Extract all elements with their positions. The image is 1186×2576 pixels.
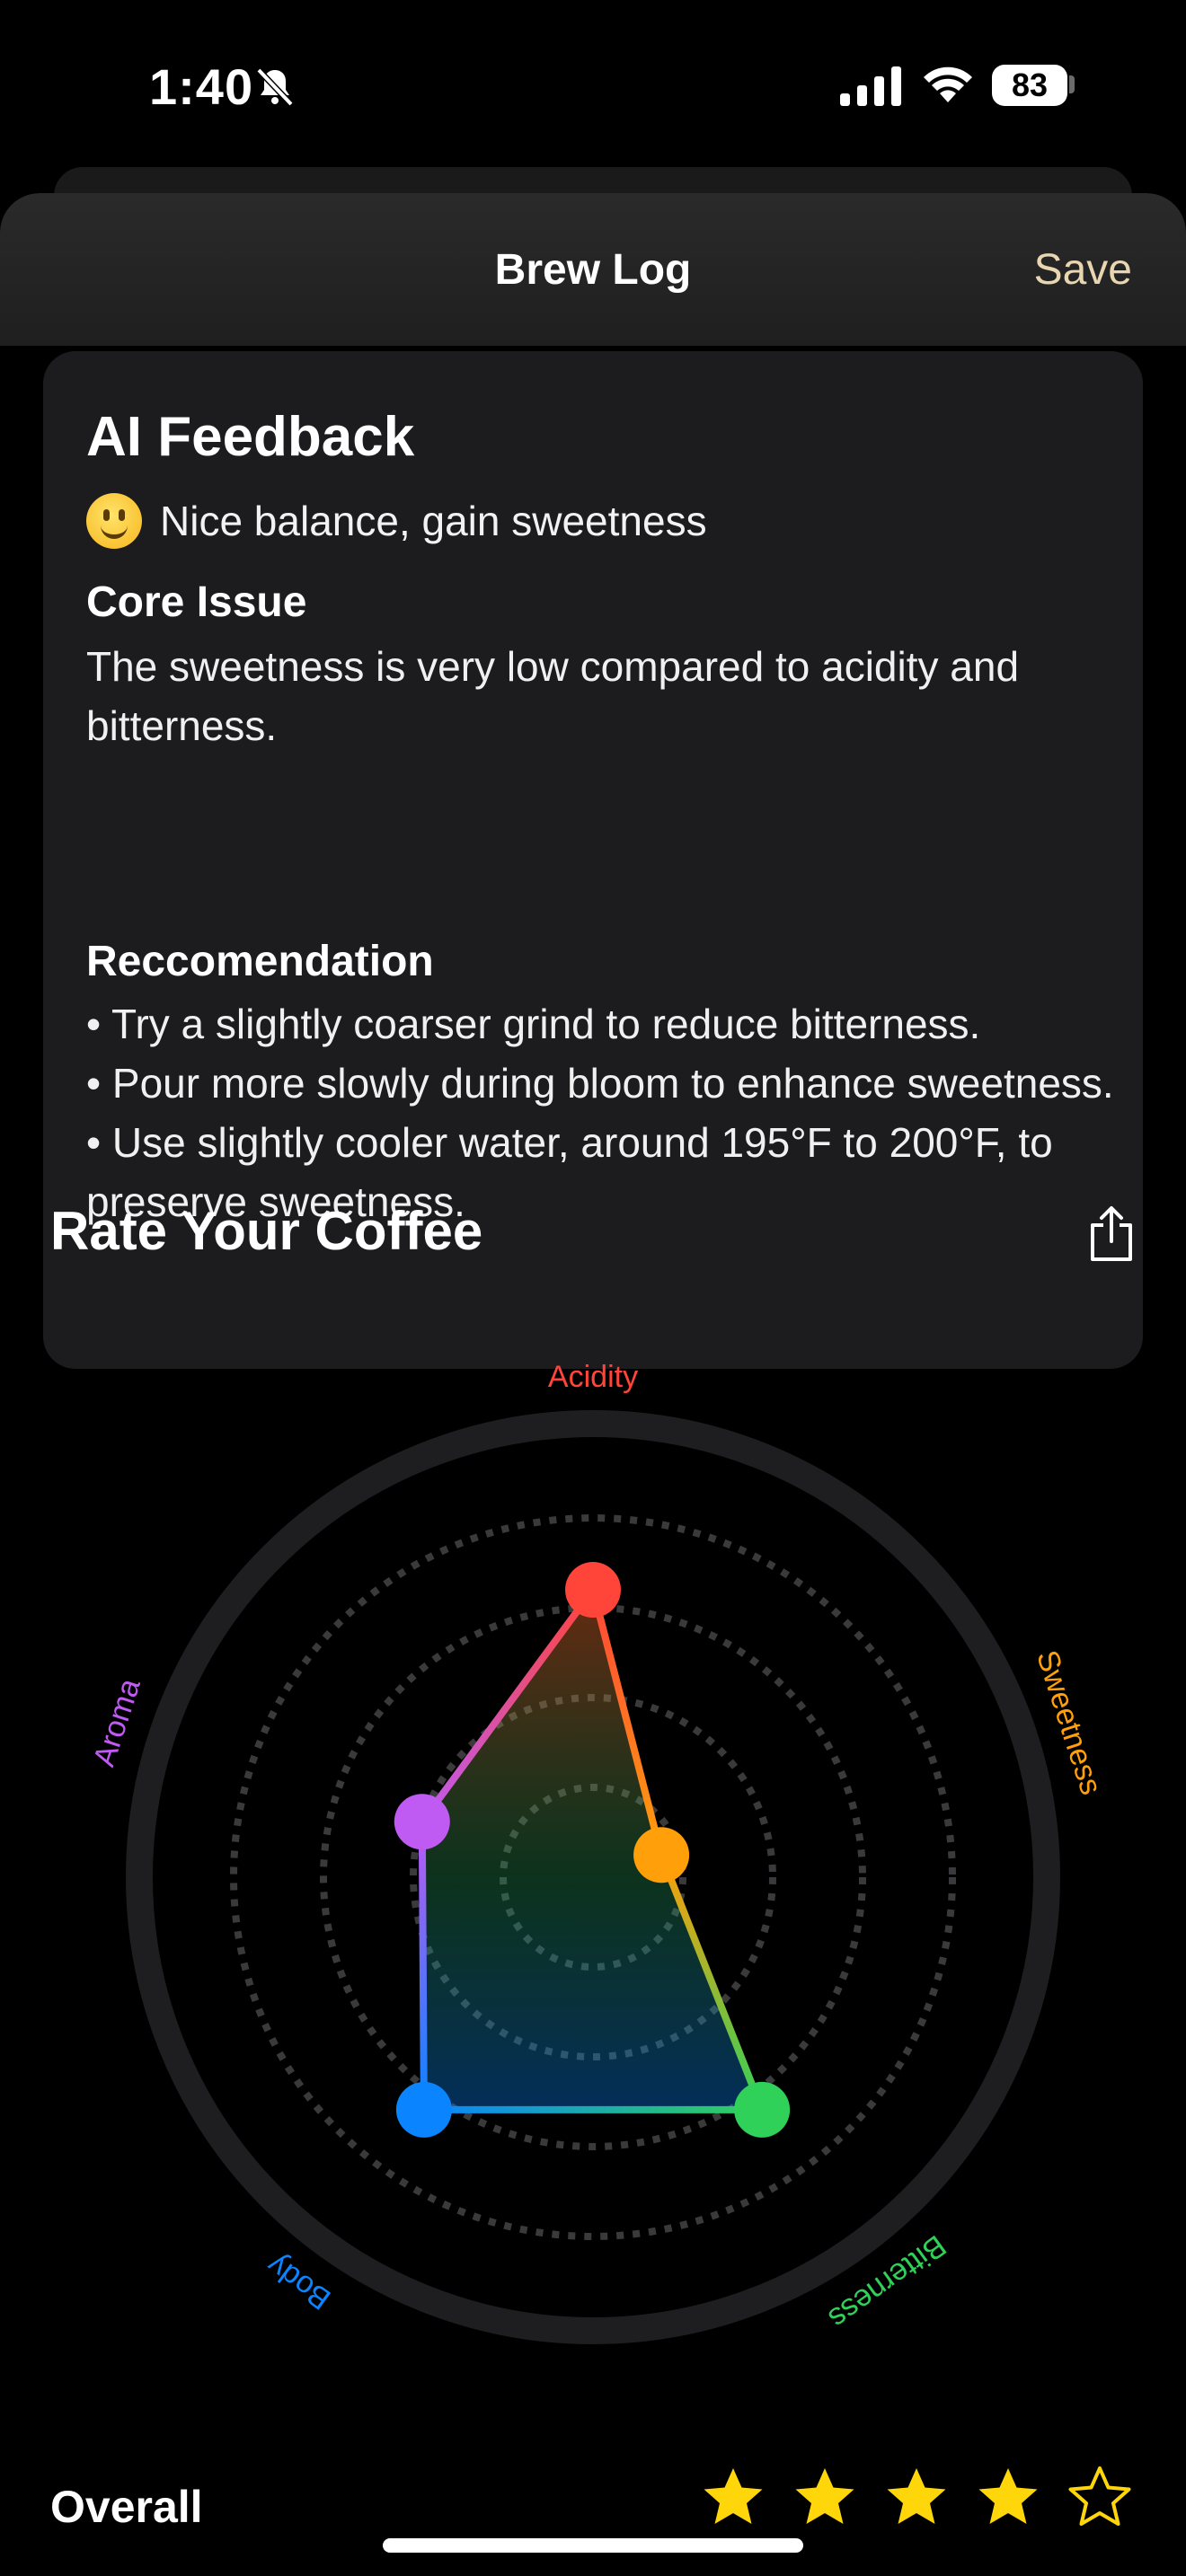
radar-point-acidity[interactable]	[565, 1562, 621, 1618]
radar-label-aroma: Aroma	[87, 1674, 147, 1770]
flavor-polygon	[421, 1590, 763, 2110]
page-title: Brew Log	[494, 246, 692, 294]
star-filled-icon[interactable]	[792, 2466, 857, 2535]
feedback-summary-text: Nice balance, gain sweetness	[160, 498, 707, 544]
wifi-icon	[924, 66, 972, 102]
star-empty-icon[interactable]	[1067, 2466, 1132, 2535]
home-indicator[interactable]	[383, 2538, 803, 2553]
star-rating[interactable]	[701, 2466, 1132, 2535]
radar-point-aroma[interactable]	[394, 1794, 450, 1850]
cellular-signal-icon	[840, 66, 901, 106]
feedback-summary: Nice balance, gain sweetness	[86, 493, 707, 549]
bell-slash-icon	[256, 67, 294, 107]
share-icon[interactable]	[1087, 1205, 1136, 1263]
radar-edge	[418, 1818, 428, 2113]
recommendation-list: • Try a slightly coarser grind to reduce…	[86, 994, 1120, 1231]
recommendation-heading: Reccomendation	[86, 938, 434, 985]
smiley-face-icon	[86, 493, 142, 549]
battery-level: 83	[992, 65, 1067, 106]
recommendation-item: • Pour more slowly during bloom to enhan…	[86, 1060, 1114, 1107]
status-bar: 1:40 83	[0, 0, 1186, 171]
core-issue-heading: Core Issue	[86, 578, 307, 626]
radar-label-acidity: Acidity	[548, 1360, 638, 1394]
save-button[interactable]: Save	[1034, 245, 1132, 295]
flavor-radar-chart[interactable]: AciditySweetnessBitternessBodyAroma	[0, 1293, 1186, 2353]
recommendation-item: • Try a slightly coarser grind to reduce…	[86, 1001, 981, 1047]
rate-coffee-title: Rate Your Coffee	[50, 1201, 483, 1261]
star-filled-icon[interactable]	[701, 2466, 766, 2535]
star-filled-icon[interactable]	[884, 2466, 949, 2535]
radar-point-bitterness[interactable]	[734, 2081, 791, 2138]
navigation-bar: Brew Log Save	[0, 193, 1186, 346]
overall-label: Overall	[50, 2482, 203, 2532]
radar-point-body[interactable]	[395, 2081, 452, 2138]
core-issue-text: The sweetness is very low compared to ac…	[86, 643, 1020, 749]
ai-feedback-title: AI Feedback	[86, 406, 415, 468]
status-time: 1:40	[149, 58, 254, 115]
battery-cap	[1069, 75, 1075, 93]
radar-point-sweetness[interactable]	[633, 1827, 690, 1883]
star-filled-icon[interactable]	[976, 2466, 1040, 2535]
